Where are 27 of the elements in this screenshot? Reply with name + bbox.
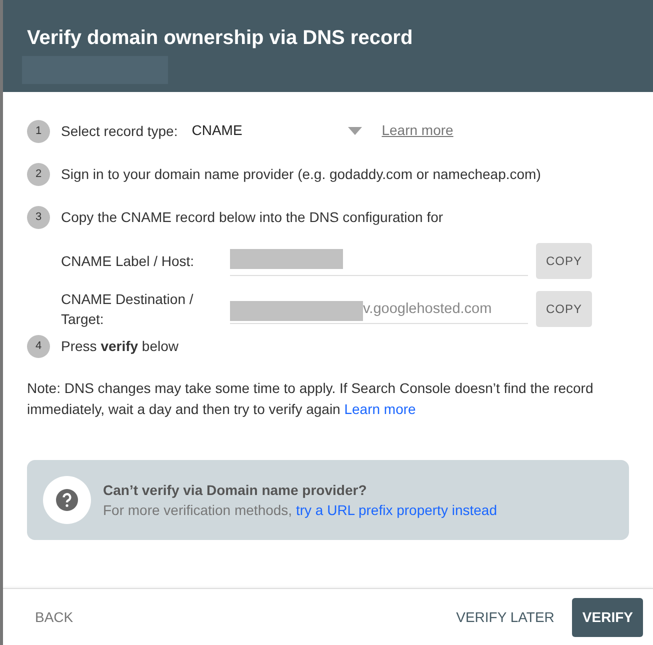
help-icon xyxy=(56,489,78,511)
note-text: Note: DNS changes may take some time to apply. If Search Console doesn’t find the record immediately, wait a day and then try to verify again Learn more xyxy=(27,379,594,419)
input-field[interactable] xyxy=(230,246,528,276)
step-text: Copy the CNAME record below into the DNS configuration for xyxy=(61,208,444,227)
step-number: 2 xyxy=(27,163,50,186)
back-button[interactable]: BACK xyxy=(25,598,84,636)
field-label: CNAME Label / Host: xyxy=(61,252,196,271)
input-field[interactable]: v.googlehosted.com xyxy=(230,294,528,324)
step-number: 3 xyxy=(27,206,50,229)
verify-later-button[interactable]: VERIFY LATER xyxy=(446,598,564,636)
caret-icon xyxy=(348,126,362,134)
record-type-dropdown[interactable]: CNAME xyxy=(192,120,362,141)
step-number: 1 xyxy=(27,120,50,143)
field-label: CNAME Destination / Target: xyxy=(61,290,194,329)
info-title: Can’t verify via Domain name provider? xyxy=(103,481,368,500)
step-text: Sign in to your domain name provider (e.g. godaddy.com or namecheap.com) xyxy=(61,165,541,184)
verify-button[interactable]: VERIFY xyxy=(572,598,643,636)
dialog-title: Verify domain ownership via DNS record xyxy=(27,26,414,50)
learn-more-link[interactable]: Learn more xyxy=(344,401,416,417)
info-text: For more verification methods, try a URL prefix property instead xyxy=(103,501,497,520)
step-label: Select record type: xyxy=(61,122,178,141)
step-number: 4 xyxy=(27,335,50,358)
copy-button[interactable]: COPY xyxy=(536,291,592,327)
copy-button[interactable]: COPY xyxy=(536,243,592,279)
learn-more-link[interactable]: Learn more xyxy=(382,120,454,141)
url-prefix-link[interactable]: try a URL prefix property instead xyxy=(296,502,497,518)
step-text: Press verify below xyxy=(61,337,179,356)
